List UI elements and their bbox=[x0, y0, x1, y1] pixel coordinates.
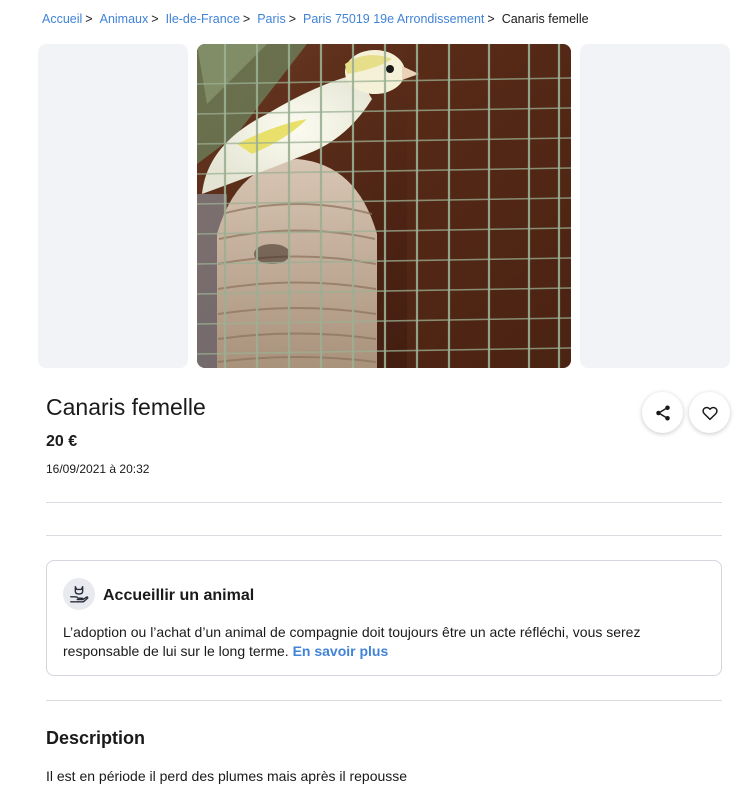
share-button[interactable] bbox=[642, 392, 683, 433]
description-heading: Description bbox=[46, 728, 146, 748]
breadcrumb-separator: > bbox=[85, 12, 93, 26]
breadcrumb-current: Canaris femelle bbox=[501, 12, 589, 26]
info-card-title: Accueillir un animal bbox=[103, 587, 255, 604]
breadcrumb-separator: > bbox=[151, 12, 159, 26]
adoption-info-card: Accueillir un animal L’adoption ou l’ach… bbox=[46, 560, 722, 676]
breadcrumb-link-animaux[interactable]: Animaux bbox=[100, 12, 149, 26]
divider bbox=[46, 502, 722, 503]
gallery-next-image[interactable] bbox=[580, 44, 730, 368]
listing-price: 20 € bbox=[46, 433, 78, 450]
breadcrumb-separator: > bbox=[288, 12, 297, 26]
breadcrumb-link-city[interactable]: Paris bbox=[257, 12, 285, 26]
breadcrumb-link-accueil[interactable]: Accueil bbox=[42, 12, 82, 26]
gallery-main-image[interactable] bbox=[197, 44, 571, 368]
listing-date: 16/09/2021 à 20:32 bbox=[46, 462, 150, 476]
breadcrumb-link-district[interactable]: Paris 75019 19e Arrondissement bbox=[303, 12, 484, 26]
share-icon bbox=[655, 405, 670, 420]
breadcrumb: Accueil > Animaux > Ile-de-France > Paris > Pari… bbox=[42, 11, 589, 27]
learn-more-link[interactable]: En savoir plus bbox=[293, 643, 389, 659]
favorite-button[interactable] bbox=[689, 392, 730, 433]
breadcrumb-link-region[interactable]: Ile-de-France bbox=[166, 12, 240, 26]
gallery-previous-image[interactable] bbox=[38, 44, 188, 368]
heart-icon bbox=[701, 406, 718, 420]
divider bbox=[46, 700, 722, 701]
pet-hand-icon bbox=[63, 578, 95, 610]
info-card-text: L’adoption ou l’achat d’un animal de com… bbox=[63, 623, 703, 661]
breadcrumb-separator: > bbox=[487, 12, 495, 26]
breadcrumb-separator: > bbox=[242, 12, 251, 26]
canary-photo bbox=[197, 44, 571, 368]
description-text: Il est en période il perd des plumes mai… bbox=[46, 768, 408, 784]
listing-title: Canaris femelle bbox=[46, 394, 206, 420]
divider bbox=[46, 535, 722, 536]
